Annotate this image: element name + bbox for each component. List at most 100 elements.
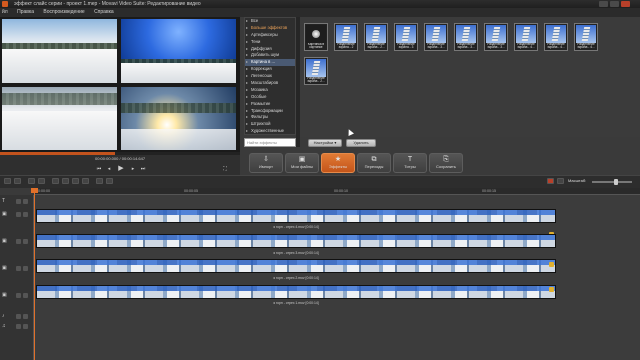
- clip-marker-icon[interactable]: [549, 262, 554, 267]
- timecode-current: 00:00:00.000: [95, 156, 119, 161]
- rotate-icon[interactable]: [52, 178, 59, 184]
- effects-category-item[interactable]: Диффузия: [245, 46, 295, 53]
- effects-category-item[interactable]: Легенсошк: [245, 73, 295, 80]
- lock-icon[interactable]: [16, 293, 21, 298]
- rewind-icon[interactable]: ◂: [106, 166, 112, 172]
- effects-category-item[interactable]: Особые: [245, 94, 295, 101]
- effect-thumbnail[interactable]: Разделение экрана - 3...: [424, 23, 448, 51]
- import-button[interactable]: ⇩ Импорт: [249, 153, 283, 173]
- lock-icon[interactable]: [16, 314, 21, 319]
- crop-icon[interactable]: [62, 178, 69, 184]
- snapshot-icon[interactable]: [557, 178, 564, 184]
- effects-category-item[interactable]: Тени: [245, 39, 295, 46]
- effect-preview-image: [516, 25, 536, 43]
- video-clip-1[interactable]: [36, 285, 556, 299]
- stabilize-icon[interactable]: [82, 178, 89, 184]
- transitions-icon: ⧉: [371, 156, 377, 163]
- visibility-icon[interactable]: [23, 212, 28, 217]
- cut-icon[interactable]: [28, 178, 35, 184]
- ruler-tick: 00:00:00: [36, 189, 50, 193]
- effects-category-item[interactable]: Артефиксеры: [245, 32, 295, 39]
- playhead-handle[interactable]: [31, 188, 38, 193]
- menu-playback[interactable]: Воспроизведение: [43, 9, 84, 15]
- visibility-icon[interactable]: [23, 293, 28, 298]
- track-header-1: ▣: [2, 292, 32, 299]
- speed-icon[interactable]: [106, 178, 113, 184]
- files-button[interactable]: ▣ Мои файлы: [285, 153, 319, 173]
- effect-caption: Разделение экрана - 3...: [457, 43, 475, 50]
- play-icon[interactable]: ▶: [118, 165, 124, 172]
- effects-category-item[interactable]: Больше эффектов: [245, 25, 295, 32]
- effect-thumbnail[interactable]: Разделение экрана - 3...: [454, 23, 478, 51]
- track-header-4: ▣: [2, 211, 32, 218]
- fullscreen-icon[interactable]: ⛶: [222, 166, 228, 172]
- undo-icon[interactable]: [4, 178, 11, 184]
- titles-button[interactable]: T Титры: [393, 153, 427, 173]
- effects-category-item[interactable]: Трансформации: [245, 108, 295, 115]
- forward-icon[interactable]: ▸: [130, 166, 136, 172]
- lock-icon[interactable]: [16, 266, 21, 271]
- mute-icon[interactable]: [23, 314, 28, 319]
- close-button[interactable]: [621, 1, 630, 7]
- effects-category-item[interactable]: Размытие: [245, 101, 295, 108]
- effect-caption: Картинка в картинке: [307, 43, 325, 50]
- audio-icon[interactable]: [96, 178, 103, 184]
- save-button[interactable]: ⎘ Сохранить: [429, 153, 463, 173]
- menu-edit[interactable]: Правка: [17, 9, 34, 15]
- visibility-icon[interactable]: [23, 199, 28, 204]
- lock-icon[interactable]: [16, 239, 21, 244]
- lock-icon[interactable]: [16, 199, 21, 204]
- record-icon[interactable]: [547, 178, 554, 184]
- effect-thumbnail[interactable]: Разделение экрана - 3: [394, 23, 418, 51]
- visibility-icon[interactable]: [23, 266, 28, 271]
- effect-thumbnail[interactable]: Разделение экрана - 4...: [514, 23, 538, 51]
- minimize-button[interactable]: [599, 1, 608, 7]
- effects-category-item[interactable]: Коррекция: [245, 66, 295, 73]
- effects-category-item[interactable]: Добавить шум: [245, 52, 295, 59]
- effects-category-item[interactable]: Картина в ...: [245, 59, 295, 67]
- lock-icon[interactable]: [16, 212, 21, 217]
- delete-button[interactable]: Удалить: [346, 139, 376, 147]
- effect-thumbnail[interactable]: Картинка в картинке: [304, 23, 328, 51]
- effect-thumbnail[interactable]: Разделение экрана - 3...: [484, 23, 508, 51]
- effects-category-item[interactable]: Все: [245, 18, 295, 25]
- app-icon: [2, 1, 8, 7]
- effects-category-item[interactable]: Художественные: [245, 128, 295, 135]
- video-clip-3[interactable]: [36, 234, 556, 248]
- transitions-button[interactable]: ⧉ Переходы: [357, 153, 391, 173]
- visibility-icon[interactable]: [23, 239, 28, 244]
- menu-help[interactable]: Справка: [94, 9, 114, 15]
- prev-frame-icon[interactable]: ⏮: [96, 166, 102, 172]
- effects-category-item[interactable]: Мозаика: [245, 87, 295, 94]
- effects-button[interactable]: ★ Эффекты: [321, 153, 355, 173]
- next-frame-icon[interactable]: ⏭: [140, 166, 146, 172]
- effect-thumbnail[interactable]: Разделение экрана - 2...: [364, 23, 388, 51]
- maximize-button[interactable]: [610, 1, 619, 7]
- effects-category-item[interactable]: Фильтры: [245, 114, 295, 121]
- effect-preview-image: [426, 25, 446, 43]
- effect-caption: Разделение экрана - 4...: [517, 43, 535, 50]
- zoom-slider-handle[interactable]: [614, 179, 618, 185]
- titles-icon: T: [407, 156, 413, 163]
- playhead[interactable]: [34, 188, 35, 360]
- redo-icon[interactable]: [14, 178, 21, 184]
- effect-thumbnail[interactable]: Разделение экрана - 2...: [304, 57, 328, 85]
- mute-icon[interactable]: [23, 324, 28, 329]
- menu-file[interactable]: йл: [2, 9, 8, 15]
- effect-thumbnail[interactable]: Разделение экрана - 4...: [574, 23, 598, 51]
- delete-clip-icon[interactable]: [38, 178, 45, 184]
- effect-thumbnail[interactable]: Разделение экрана - 2: [334, 23, 358, 51]
- clip-marker-icon[interactable]: [549, 287, 554, 292]
- effect-thumbnail[interactable]: Разделение экрана - 4...: [544, 23, 568, 51]
- effects-category-item[interactable]: Штрихпой: [245, 121, 295, 128]
- toolbar-button-label: Титры: [404, 164, 416, 169]
- video-clip-4[interactable]: [36, 209, 556, 223]
- lock-icon[interactable]: [16, 324, 21, 329]
- settings-button[interactable]: Настройки ▾: [308, 139, 342, 147]
- toolbar-button-label: Сохранить: [436, 164, 456, 169]
- color-icon[interactable]: [72, 178, 79, 184]
- effects-search-input[interactable]: Найти эффекты: [244, 138, 296, 147]
- effects-category-item[interactable]: Масштабиров: [245, 80, 295, 87]
- zoom-slider[interactable]: [592, 181, 632, 183]
- video-clip-2[interactable]: [36, 259, 556, 273]
